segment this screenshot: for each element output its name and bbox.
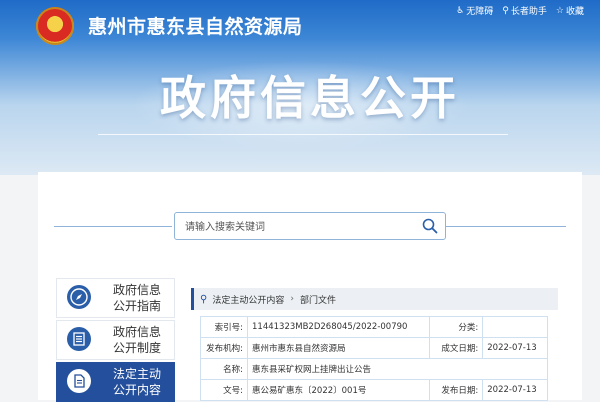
search-row	[38, 212, 582, 240]
location-pin-icon: ⚲	[200, 293, 208, 305]
elder-assist-link[interactable]: ⚲ 长者助手	[502, 4, 547, 18]
accessibility-link[interactable]: ♿ 无障碍	[456, 4, 493, 18]
top-links: ♿ 无障碍 ⚲ 长者助手 ☆ 收藏	[456, 4, 584, 18]
title-divider	[98, 134, 508, 135]
publisher-label: 发布机构:	[200, 337, 248, 359]
index-value: 11441323MB2D268045/2022-00790	[246, 316, 431, 338]
breadcrumb-accent	[191, 288, 194, 310]
table-row: 文号: 惠公易矿惠东〔2022〕001号 发布日期: 2022-07-13	[200, 379, 548, 401]
name-label: 名称:	[200, 358, 248, 380]
breadcrumb: ⚲ 法定主动公开内容 › 部门文件	[191, 288, 558, 310]
search-rule-left	[54, 226, 172, 227]
published-date-label: 发布日期:	[429, 379, 484, 401]
table-row: 索引号: 11441323MB2D268045/2022-00790 分类:	[200, 316, 548, 338]
national-emblem-icon: ★	[36, 7, 74, 45]
organization-name[interactable]: 惠州市惠东县自然资源局	[88, 12, 303, 39]
search-icon[interactable]	[421, 217, 439, 235]
created-date-value: 2022-07-13	[482, 337, 548, 359]
published-date-value: 2022-07-13	[482, 379, 548, 401]
star-icon: ☆	[555, 5, 564, 16]
search-box	[174, 212, 446, 240]
list-icon	[67, 327, 91, 351]
category-value	[482, 316, 548, 338]
table-row: 名称: 惠东县采矿权网上挂牌出让公告	[200, 358, 548, 380]
index-label: 索引号:	[200, 316, 248, 338]
compass-icon	[67, 285, 91, 309]
publisher-value: 惠州市惠东县自然资源局	[246, 337, 431, 359]
name-value: 惠东县采矿权网上挂牌出让公告	[247, 358, 548, 380]
sidebar-item-label: 政府信息公开制度	[113, 325, 162, 355]
table-row: 发布机构: 惠州市惠东县自然资源局 成文日期: 2022-07-13	[200, 337, 548, 359]
content-panel: 政府信息公开指南 政府信息公开制度 法定主动公开内容 ⚲ 法定主动公开内容 ›	[38, 172, 582, 402]
category-label: 分类:	[429, 316, 484, 338]
search-rule-right	[446, 226, 566, 227]
sidebar-item-active-content[interactable]: 法定主动公开内容	[56, 362, 175, 402]
breadcrumb-item-dept-docs[interactable]: 部门文件	[300, 293, 336, 306]
accessibility-icon: ♿	[456, 5, 465, 16]
sidebar-item-label: 政府信息公开指南	[113, 283, 162, 313]
sidebar-item-system[interactable]: 政府信息公开制度	[56, 320, 175, 360]
document-info-table: 索引号: 11441323MB2D268045/2022-00790 分类: 发…	[200, 316, 548, 401]
elder-assist-icon: ⚲	[502, 5, 509, 16]
sidebar-item-guide[interactable]: 政府信息公开指南	[56, 278, 175, 318]
search-input[interactable]	[183, 216, 417, 238]
site-header: ★ 惠州市惠东县自然资源局 ♿ 无障碍 ⚲ 长者助手 ☆ 收藏 政府信息公开	[0, 0, 600, 175]
document-icon	[67, 369, 91, 393]
doc-number-label: 文号:	[200, 379, 248, 401]
doc-number-value: 惠公易矿惠东〔2022〕001号	[246, 379, 431, 401]
page-title: 政府信息公开	[160, 71, 460, 125]
breadcrumb-item-content[interactable]: 法定主动公开内容	[212, 293, 284, 306]
breadcrumb-separator: ›	[290, 294, 294, 304]
sidebar-item-label: 法定主动公开内容	[113, 367, 162, 397]
created-date-label: 成文日期:	[429, 337, 484, 359]
favorite-link[interactable]: ☆ 收藏	[555, 4, 584, 18]
